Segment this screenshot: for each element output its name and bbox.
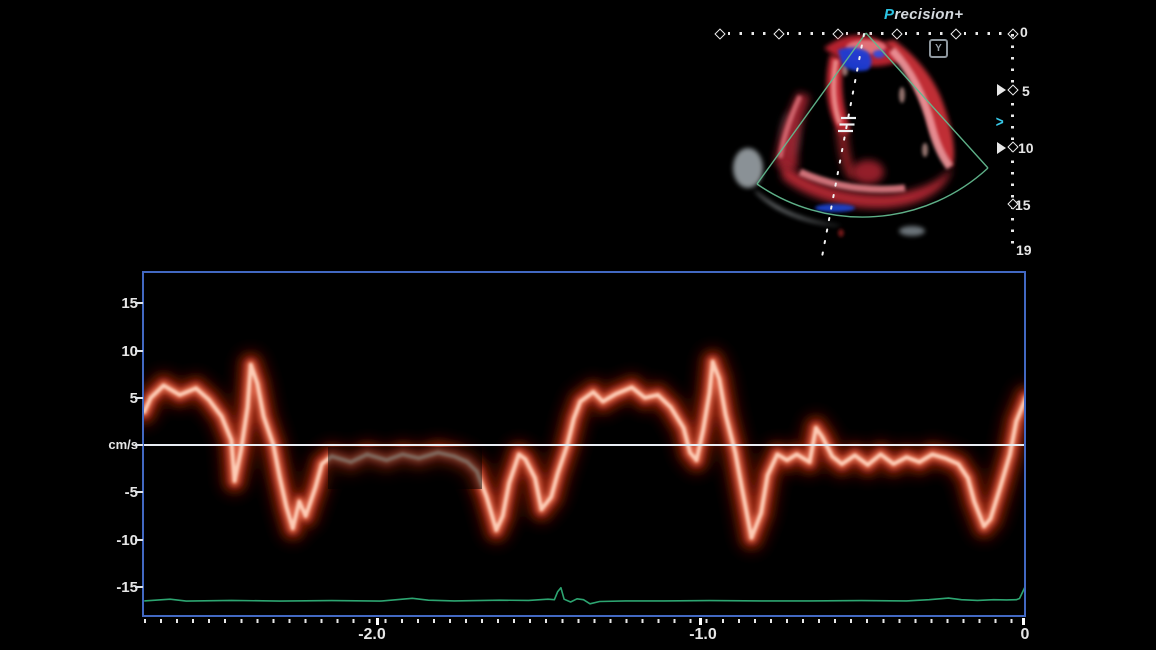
velocity-tick: [135, 586, 143, 588]
time-major-tick: [376, 618, 379, 625]
time-major-tick: [699, 618, 702, 625]
velocity-tick: [135, 444, 143, 446]
doppler-spectral-trace: [144, 362, 1024, 538]
velocity-tick: [135, 302, 143, 304]
velocity-tick: [135, 539, 143, 541]
echo-2d-image: [690, 0, 1060, 272]
time-axis-label: -2.0: [342, 627, 402, 643]
velocity-tick: [135, 397, 143, 399]
time-axis-label: -1.0: [673, 627, 733, 643]
velocity-tick: [135, 491, 143, 493]
ultrasound-screen: Precision+ > 0 5 10 15 19 Y: [0, 0, 1156, 650]
spectral-fade-region: [328, 447, 482, 489]
ecg-trace: [144, 585, 1024, 604]
velocity-axis-label: 5: [92, 391, 138, 406]
time-axis-label: 0: [995, 627, 1055, 643]
velocity-axis-label: -10: [92, 533, 138, 548]
velocity-axis-label: 15: [92, 296, 138, 311]
velocity-axis-label: 10: [92, 344, 138, 359]
spectral-display: [144, 273, 1024, 615]
velocity-axis-label: -15: [92, 580, 138, 595]
velocity-unit-label: cm/s: [92, 438, 138, 451]
time-major-tick: [1022, 618, 1025, 625]
velocity-axis-label: -5: [92, 485, 138, 500]
time-axis-ticks: [144, 619, 1026, 623]
velocity-tick: [135, 350, 143, 352]
